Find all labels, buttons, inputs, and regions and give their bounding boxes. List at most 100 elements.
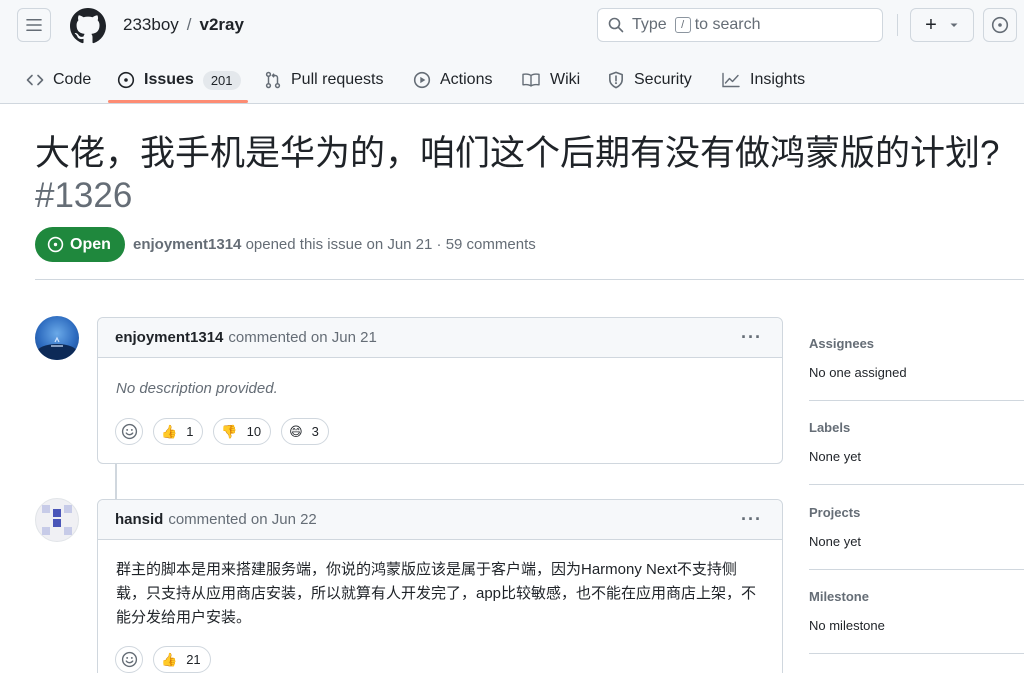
status-badge: Open (35, 227, 125, 262)
reaction-count: 1 (186, 424, 194, 439)
add-reaction-button[interactable] (115, 646, 143, 673)
timeline-connector (115, 463, 117, 500)
breadcrumb-separator: / (186, 15, 192, 34)
book-icon (522, 73, 540, 87)
tab-label: Wiki (550, 71, 581, 88)
tab-label: Actions (440, 71, 493, 88)
issue-title: 大佬，我手机是华为的，咱们这个后期有没有做鸿蒙版的计划? #1326 (35, 133, 1015, 217)
reactions-bar: 👍 21 (115, 646, 211, 673)
comment-body: 群主的脚本是用来搭建服务端，你说的鸿蒙版应该是属于客户端，因为Harmony N… (116, 561, 757, 626)
tab-code[interactable]: Code (26, 58, 91, 102)
reaction-thumbs-up[interactable]: 👍 1 (153, 418, 204, 445)
reaction-count: 10 (246, 424, 262, 439)
search-input[interactable]: Type / to search (597, 8, 883, 42)
comment-author-link[interactable]: hansid (115, 511, 163, 528)
github-logo-icon[interactable] (70, 8, 106, 44)
comment-author-link[interactable]: enjoyment1314 (115, 329, 223, 346)
graph-icon (722, 72, 740, 88)
sidebar-value: No milestone (809, 618, 885, 633)
laugh-icon: 😄 (289, 423, 303, 439)
tab-insights[interactable]: Insights (721, 58, 805, 102)
tab-issues[interactable]: Issues 201 (117, 58, 241, 102)
kebab-menu-icon[interactable]: ··· (741, 327, 762, 348)
sidebar-value: None yet (809, 534, 862, 549)
thumbs-down-icon: 👎 (221, 423, 238, 439)
kebab-menu-icon[interactable]: ··· (741, 509, 762, 530)
comment: hansid commented on Jun 22 ··· 群主的脚本是用来搭… (97, 499, 783, 673)
repo-nav: Code Issues 201 Pull requests Actions Wi… (0, 58, 1024, 104)
tab-pull-requests[interactable]: Pull requests (264, 58, 384, 102)
comment: enjoyment1314 commented on Jun 21 ··· No… (97, 317, 783, 464)
title-divider (35, 279, 1024, 280)
sidebar-projects[interactable]: Projects None yet (809, 505, 1024, 549)
add-reaction-button[interactable] (115, 418, 143, 445)
search-icon (608, 17, 624, 33)
reaction-count: 3 (311, 424, 319, 439)
tab-label: Insights (750, 71, 806, 88)
reaction-thumbs-down[interactable]: 👎 10 (213, 418, 272, 445)
plus-icon: + (925, 13, 937, 36)
repo-owner-link[interactable]: 233boy (123, 15, 179, 35)
tab-actions[interactable]: Actions (413, 58, 492, 102)
reaction-thumbs-up[interactable]: 👍 21 (153, 646, 211, 673)
search-suffix: to search (694, 16, 761, 33)
sidebar-milestone[interactable]: Milestone No milestone (809, 589, 1024, 633)
reactions-bar: 👍 1 👎 10 😄 3 (115, 418, 329, 445)
sidebar-heading[interactable]: Milestone (809, 589, 1024, 604)
sidebar-labels[interactable]: Labels None yet (809, 420, 1024, 464)
sidebar-divider (809, 484, 1024, 485)
tab-label: Code (53, 71, 92, 88)
shield-icon (609, 71, 623, 89)
issues-count-badge: 201 (202, 70, 241, 90)
sidebar-divider (809, 400, 1024, 401)
smiley-icon (121, 651, 137, 668)
tab-security[interactable]: Security (607, 58, 692, 102)
issue-meta: enjoyment1314 opened this issue on Jun 2… (133, 236, 536, 253)
thumbs-up-icon: 👍 (161, 423, 178, 439)
tab-label: Pull requests (291, 71, 384, 88)
menu-button[interactable] (17, 8, 51, 42)
issue-number: #1326 (35, 176, 133, 215)
comment-header: enjoyment1314 commented on Jun 21 ··· (98, 318, 782, 358)
sidebar-divider (809, 569, 1024, 570)
smiley-icon (121, 423, 137, 440)
sidebar-heading[interactable]: Projects (809, 505, 1024, 520)
comment-body: No description provided. (116, 380, 278, 397)
tab-wiki[interactable]: Wiki (521, 58, 580, 102)
repo-name-link[interactable]: v2ray (200, 15, 244, 35)
comment-header: hansid commented on Jun 22 ··· (98, 500, 782, 540)
avatar-image (42, 505, 72, 535)
sidebar-value: No one assigned (809, 365, 907, 380)
status-label: Open (70, 235, 111, 253)
search-prefix: Type (632, 16, 667, 33)
git-pull-request-icon (265, 71, 281, 89)
sidebar-assignees[interactable]: Assignees No one assigned (809, 336, 1024, 380)
header-divider (897, 14, 898, 36)
app-header: 233boy / v2ray Type / to search + Code I… (0, 0, 1024, 104)
issue-author-link[interactable]: enjoyment1314 (133, 236, 241, 253)
sidebar-heading[interactable]: Labels (809, 420, 1024, 435)
active-tab-indicator (108, 100, 248, 103)
sidebar-heading[interactable]: Assignees (809, 336, 1024, 351)
issue-opened-icon (47, 236, 64, 253)
reaction-count: 21 (186, 652, 201, 667)
avatar[interactable] (35, 498, 79, 542)
issue-opened-icon (991, 16, 1009, 34)
code-icon (26, 74, 44, 86)
comment-timestamp[interactable]: commented on Jun 22 (168, 511, 316, 528)
your-issues-button[interactable] (983, 8, 1017, 42)
avatar-image (37, 336, 77, 360)
reaction-laugh[interactable]: 😄 3 (281, 418, 329, 445)
thumbs-up-icon: 👍 (161, 651, 178, 667)
sidebar-value: None yet (809, 449, 862, 464)
create-new-button[interactable]: + (910, 8, 974, 42)
caret-down-icon (950, 23, 958, 27)
issue-meta-text: opened this issue on Jun 21 · 59 comment… (245, 236, 536, 253)
comment-timestamp[interactable]: commented on Jun 21 (228, 329, 376, 346)
breadcrumb: 233boy / v2ray (123, 15, 244, 35)
issue-opened-icon (117, 71, 135, 89)
play-icon (413, 71, 431, 89)
hamburger-icon (26, 18, 42, 32)
issue-title-text: 大佬，我手机是华为的，咱们这个后期有没有做鸿蒙版的计划? (35, 134, 1000, 173)
avatar[interactable] (35, 316, 79, 360)
